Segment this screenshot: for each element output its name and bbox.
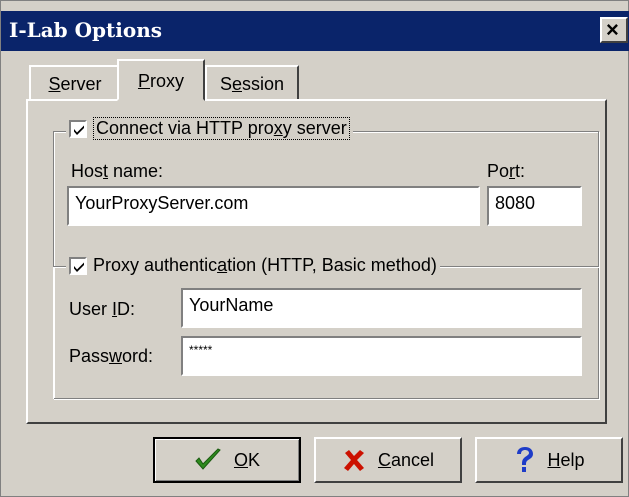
tab-server-rest: erver <box>60 74 102 94</box>
use-proxy-label-pre: Connect via HTTP pro <box>96 118 274 138</box>
auth-label: Proxy authentication (HTTP, Basic method… <box>93 255 437 276</box>
tab-session-rest: ssion <box>242 74 285 94</box>
title-bar[interactable]: I-Lab Options × <box>1 11 629 51</box>
password-label: Password: <box>69 346 153 367</box>
user-id-label-post: D: <box>117 299 136 319</box>
port-label: Port: <box>487 161 525 182</box>
use-proxy-label-mnemonic: x <box>273 118 283 138</box>
user-id-input[interactable]: YourName <box>181 288 582 328</box>
password-input[interactable]: ***** <box>181 336 582 376</box>
tab-server-label: Server <box>31 74 119 95</box>
cancel-button[interactable]: Cancel <box>314 437 462 483</box>
use-proxy-checkbox[interactable] <box>69 119 87 138</box>
tab-proxy-rest: roxy <box>150 71 185 91</box>
auth-label-post: tion (HTTP, Basic method) <box>227 255 437 275</box>
tab-proxy-mnemonic: P <box>137 71 150 91</box>
help-label: Help <box>547 450 584 471</box>
port-label-post: t: <box>515 161 526 181</box>
tab-session-mnemonic: e <box>231 74 242 94</box>
auth-group <box>53 266 599 399</box>
tab-server-mnemonic: S <box>48 74 61 94</box>
checkmark-icon <box>74 125 84 135</box>
host-label: Host name: <box>71 161 163 182</box>
checkmark-icon <box>74 262 84 272</box>
auth-checkbox-row[interactable]: Proxy authentication (HTTP, Basic method… <box>66 255 440 276</box>
port-input[interactable]: 8080 <box>487 186 582 226</box>
ok-button[interactable]: OK <box>153 437 301 483</box>
password-label-post: ord: <box>122 346 154 366</box>
help-label-rest: elp <box>560 449 585 470</box>
use-proxy-label-post: y server <box>282 118 347 138</box>
auth-label-mnemonic: a <box>217 255 228 275</box>
host-label-pre: Hos <box>71 161 104 181</box>
close-button[interactable]: × <box>600 17 628 43</box>
password-label-mnemonic: w <box>109 346 123 366</box>
user-id-label: User ID: <box>69 299 135 320</box>
tab-proxy-label: Proxy <box>119 71 203 92</box>
user-id-label-pre: User <box>69 299 113 319</box>
password-label-pre: Pass <box>69 346 110 366</box>
cross-icon <box>342 448 366 472</box>
checkmark-icon <box>194 447 222 473</box>
tab-session-pre: S <box>219 74 232 94</box>
ok-label-rest: K <box>248 449 261 470</box>
cancel-label-rest: ancel <box>390 449 435 470</box>
cancel-label: Cancel <box>378 450 434 471</box>
cancel-label-mnemonic: C <box>377 449 391 470</box>
ok-label: OK <box>234 450 260 471</box>
tab-proxy[interactable]: Proxy <box>117 59 205 101</box>
question-icon <box>513 446 535 474</box>
tab-session-label: Session <box>207 74 297 95</box>
host-label-post: name: <box>108 161 164 181</box>
window-title: I-Lab Options <box>9 18 163 42</box>
use-proxy-label: Connect via HTTP proxy server <box>93 117 350 140</box>
tab-session[interactable]: Session <box>205 65 299 99</box>
port-label-pre: Po <box>487 161 510 181</box>
tab-server[interactable]: Server <box>29 65 121 99</box>
ok-label-mnemonic: O <box>233 449 248 470</box>
auth-label-pre: Proxy authentic <box>93 255 218 275</box>
options-dialog: I-Lab Options × Server Proxy Session Con… <box>0 0 629 497</box>
use-proxy-checkbox-row[interactable]: Connect via HTTP proxy server <box>66 117 353 140</box>
host-input[interactable]: YourProxyServer.com <box>67 186 480 226</box>
auth-checkbox[interactable] <box>69 256 87 275</box>
help-button[interactable]: Help <box>475 437 623 483</box>
help-label-mnemonic: H <box>547 449 561 470</box>
close-icon: × <box>606 17 619 42</box>
